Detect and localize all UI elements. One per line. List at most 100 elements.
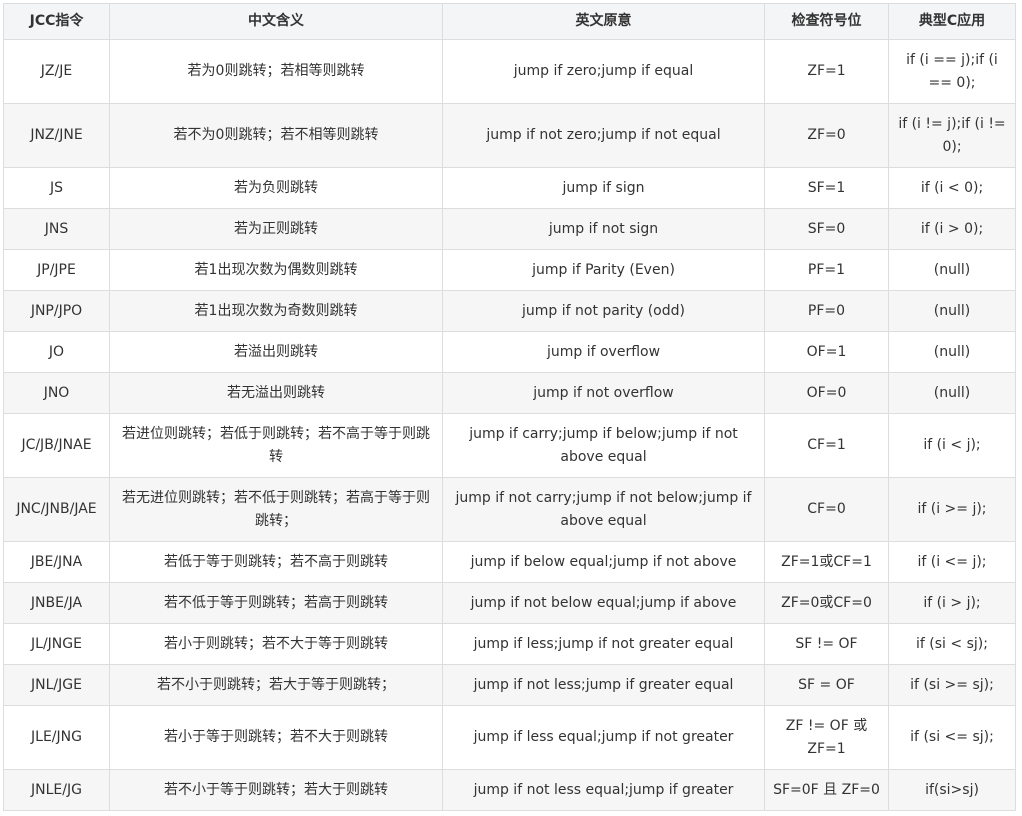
cell-instruction: JP/JPE bbox=[3, 249, 110, 291]
cell-c-usage: if (i <= j); bbox=[888, 541, 1016, 583]
cell-english-meaning: jump if zero;jump if equal bbox=[442, 39, 765, 104]
table-row: JL/JNGE 若小于则跳转；若不大于等于则跳转 jump if less;jump… bbox=[3, 623, 1016, 665]
cell-c-usage: if (si < sj); bbox=[888, 623, 1016, 665]
cell-instruction: JNL/JGE bbox=[3, 664, 110, 706]
cell-instruction: JZ/JE bbox=[3, 39, 110, 104]
cell-flag-check: ZF=1 bbox=[764, 39, 889, 104]
cell-english-meaning: jump if overflow bbox=[442, 331, 765, 373]
cell-chinese-meaning: 若不低于等于则跳转；若高于则跳转 bbox=[109, 582, 443, 624]
cell-flag-check: PF=0 bbox=[764, 290, 889, 332]
cell-instruction: JNP/JPO bbox=[3, 290, 110, 332]
table-row: JLE/JNG 若小于等于则跳转；若不大于则跳转 jump if less equa… bbox=[3, 705, 1016, 770]
table-row: JNC/JNB/JAE 若无进位则跳转；若不低于则跳转；若高于等于则跳转； jump… bbox=[3, 477, 1016, 542]
header-c-usage: 典型C应用 bbox=[888, 3, 1016, 40]
table-row: JNL/JGE 若不小于则跳转；若大于等于则跳转； jump if not less… bbox=[3, 664, 1016, 706]
table-row: JNO 若无溢出则跳转 jump if not overflow OF=0 (null) bbox=[3, 372, 1016, 414]
cell-instruction: JNC/JNB/JAE bbox=[3, 477, 110, 542]
cell-c-usage: (null) bbox=[888, 249, 1016, 291]
cell-flag-check: OF=1 bbox=[764, 331, 889, 373]
cell-english-meaning: jump if not less equal;jump if greater bbox=[442, 769, 765, 811]
cell-c-usage: (null) bbox=[888, 290, 1016, 332]
cell-c-usage: if (i >= j); bbox=[888, 477, 1016, 542]
header-jcc-instruction: JCC指令 bbox=[3, 3, 110, 40]
cell-instruction: JLE/JNG bbox=[3, 705, 110, 770]
table-row: JNLE/JG 若不小于等于则跳转；若大于则跳转 jump if not less … bbox=[3, 769, 1016, 811]
cell-instruction: JNZ/JNE bbox=[3, 103, 110, 168]
cell-instruction: JO bbox=[3, 331, 110, 373]
cell-c-usage: if (i != j);if (i != 0); bbox=[888, 103, 1016, 168]
cell-chinese-meaning: 若不小于等于则跳转；若大于则跳转 bbox=[109, 769, 443, 811]
cell-c-usage: if(si>sj) bbox=[888, 769, 1016, 811]
header-flag-check: 检查符号位 bbox=[764, 3, 889, 40]
cell-flag-check: SF=0F 且 ZF=0 bbox=[764, 769, 889, 811]
cell-instruction: JBE/JNA bbox=[3, 541, 110, 583]
cell-flag-check: CF=1 bbox=[764, 413, 889, 478]
table-row: JZ/JE 若为0则跳转；若相等则跳转 jump if zero;jump if e… bbox=[3, 39, 1016, 104]
cell-english-meaning: jump if not carry;jump if not below;jump… bbox=[442, 477, 765, 542]
cell-english-meaning: jump if carry;jump if below;jump if not … bbox=[442, 413, 765, 478]
cell-chinese-meaning: 若为正则跳转 bbox=[109, 208, 443, 250]
cell-flag-check: CF=0 bbox=[764, 477, 889, 542]
header-chinese-meaning: 中文含义 bbox=[109, 3, 443, 40]
cell-c-usage: (null) bbox=[888, 372, 1016, 414]
cell-instruction: JNLE/JG bbox=[3, 769, 110, 811]
cell-instruction: JNO bbox=[3, 372, 110, 414]
cell-english-meaning: jump if not sign bbox=[442, 208, 765, 250]
cell-english-meaning: jump if less;jump if not greater equal bbox=[442, 623, 765, 665]
cell-english-meaning: jump if not less;jump if greater equal bbox=[442, 664, 765, 706]
cell-english-meaning: jump if sign bbox=[442, 167, 765, 209]
table-row: JNBE/JA 若不低于等于则跳转；若高于则跳转 jump if not below… bbox=[3, 582, 1016, 624]
cell-c-usage: if (si <= sj); bbox=[888, 705, 1016, 770]
cell-english-meaning: jump if not below equal;jump if above bbox=[442, 582, 765, 624]
table-row: JBE/JNA 若低于等于则跳转；若不高于则跳转 jump if below equ… bbox=[3, 541, 1016, 583]
cell-chinese-meaning: 若1出现次数为奇数则跳转 bbox=[109, 290, 443, 332]
cell-flag-check: ZF=0 bbox=[764, 103, 889, 168]
cell-instruction: JC/JB/JNAE bbox=[3, 413, 110, 478]
cell-english-meaning: jump if not zero;jump if not equal bbox=[442, 103, 765, 168]
table-row: JNS 若为正则跳转 jump if not sign SF=0 if (i > 0); bbox=[3, 208, 1016, 250]
jcc-table-container: JCC指令 中文含义 英文原意 检查符号位 典型C应用 JZ/JE 若为0则跳转；… bbox=[3, 3, 1016, 811]
table-row: JNP/JPO 若1出现次数为奇数则跳转 jump if not parity (o… bbox=[3, 290, 1016, 332]
cell-instruction: JS bbox=[3, 167, 110, 209]
cell-chinese-meaning: 若为0则跳转；若相等则跳转 bbox=[109, 39, 443, 104]
cell-flag-check: SF != OF bbox=[764, 623, 889, 665]
cell-instruction: JNS bbox=[3, 208, 110, 250]
table-row: JO 若溢出则跳转 jump if overflow OF=1 (null) bbox=[3, 331, 1016, 373]
table-header: JCC指令 中文含义 英文原意 检查符号位 典型C应用 bbox=[3, 3, 1016, 40]
header-row: JCC指令 中文含义 英文原意 检查符号位 典型C应用 bbox=[3, 3, 1016, 40]
cell-instruction: JL/JNGE bbox=[3, 623, 110, 665]
table-body: JZ/JE 若为0则跳转；若相等则跳转 jump if zero;jump if e… bbox=[3, 39, 1016, 811]
cell-chinese-meaning: 若低于等于则跳转；若不高于则跳转 bbox=[109, 541, 443, 583]
cell-c-usage: if (i < 0); bbox=[888, 167, 1016, 209]
cell-flag-check: PF=1 bbox=[764, 249, 889, 291]
cell-c-usage: if (si >= sj); bbox=[888, 664, 1016, 706]
cell-english-meaning: jump if below equal;jump if not above bbox=[442, 541, 765, 583]
cell-chinese-meaning: 若进位则跳转；若低于则跳转；若不高于等于则跳转 bbox=[109, 413, 443, 478]
cell-instruction: JNBE/JA bbox=[3, 582, 110, 624]
cell-flag-check: SF=1 bbox=[764, 167, 889, 209]
cell-chinese-meaning: 若溢出则跳转 bbox=[109, 331, 443, 373]
cell-flag-check: SF = OF bbox=[764, 664, 889, 706]
cell-english-meaning: jump if less equal;jump if not greater bbox=[442, 705, 765, 770]
cell-english-meaning: jump if not overflow bbox=[442, 372, 765, 414]
cell-flag-check: ZF=1或CF=1 bbox=[764, 541, 889, 583]
cell-chinese-meaning: 若为负则跳转 bbox=[109, 167, 443, 209]
cell-chinese-meaning: 若不小于则跳转；若大于等于则跳转； bbox=[109, 664, 443, 706]
cell-c-usage: if (i > j); bbox=[888, 582, 1016, 624]
cell-chinese-meaning: 若无溢出则跳转 bbox=[109, 372, 443, 414]
cell-english-meaning: jump if Parity (Even) bbox=[442, 249, 765, 291]
cell-flag-check: OF=0 bbox=[764, 372, 889, 414]
cell-flag-check: SF=0 bbox=[764, 208, 889, 250]
table-row: JC/JB/JNAE 若进位则跳转；若低于则跳转；若不高于等于则跳转 jump if… bbox=[3, 413, 1016, 478]
table-row: JS 若为负则跳转 jump if sign SF=1 if (i < 0); bbox=[3, 167, 1016, 209]
cell-flag-check: ZF != OF 或 ZF=1 bbox=[764, 705, 889, 770]
cell-c-usage: (null) bbox=[888, 331, 1016, 373]
cell-flag-check: ZF=0或CF=0 bbox=[764, 582, 889, 624]
header-english-meaning: 英文原意 bbox=[442, 3, 765, 40]
table-row: JNZ/JNE 若不为0则跳转；若不相等则跳转 jump if not zero;j… bbox=[3, 103, 1016, 168]
cell-c-usage: if (i > 0); bbox=[888, 208, 1016, 250]
cell-chinese-meaning: 若小于则跳转；若不大于等于则跳转 bbox=[109, 623, 443, 665]
cell-chinese-meaning: 若无进位则跳转；若不低于则跳转；若高于等于则跳转； bbox=[109, 477, 443, 542]
cell-chinese-meaning: 若1出现次数为偶数则跳转 bbox=[109, 249, 443, 291]
cell-c-usage: if (i < j); bbox=[888, 413, 1016, 478]
